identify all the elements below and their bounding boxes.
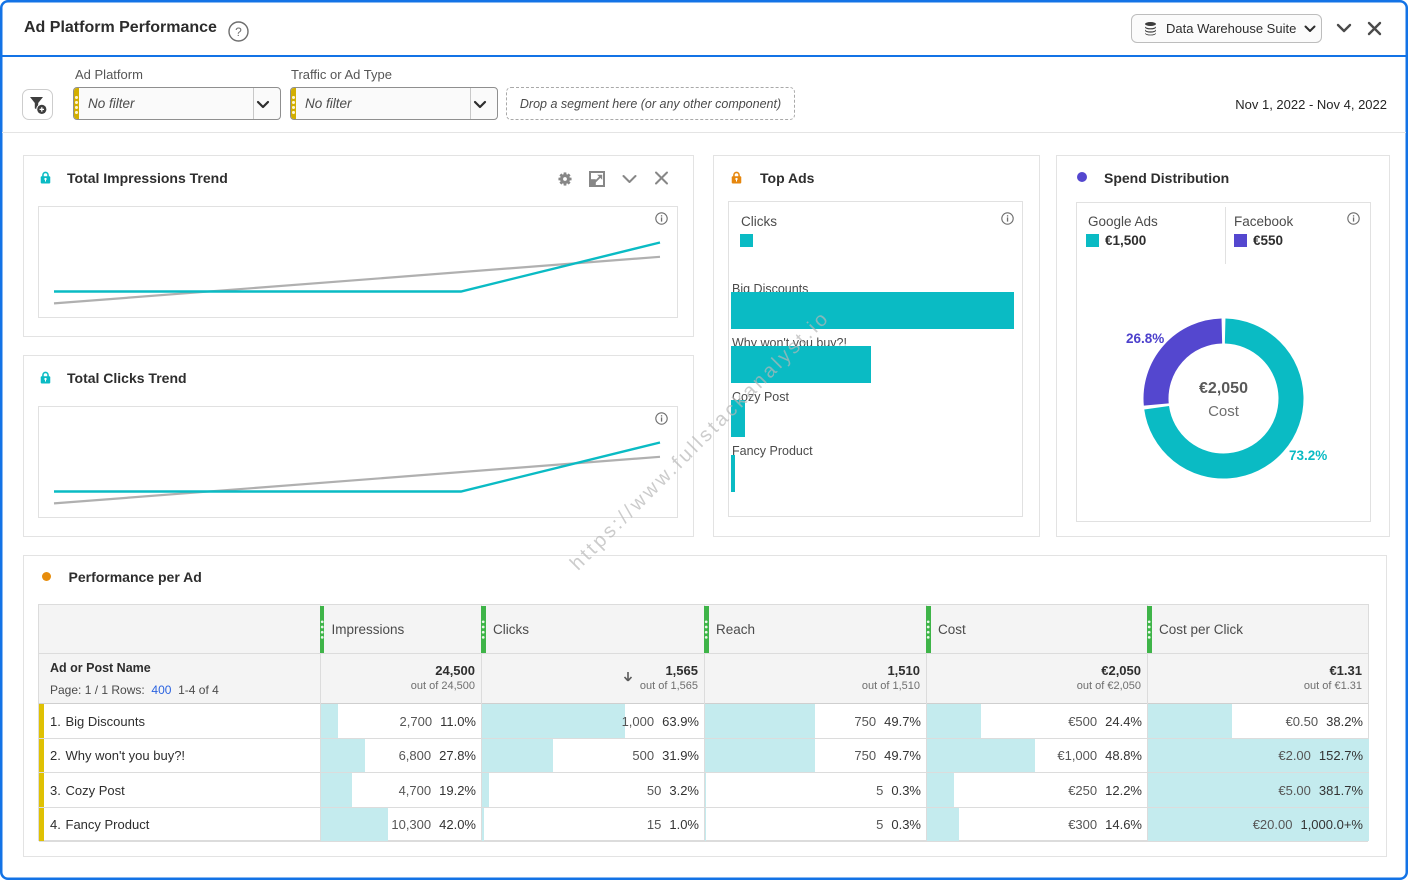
svg-text:?: ? [235, 25, 242, 39]
